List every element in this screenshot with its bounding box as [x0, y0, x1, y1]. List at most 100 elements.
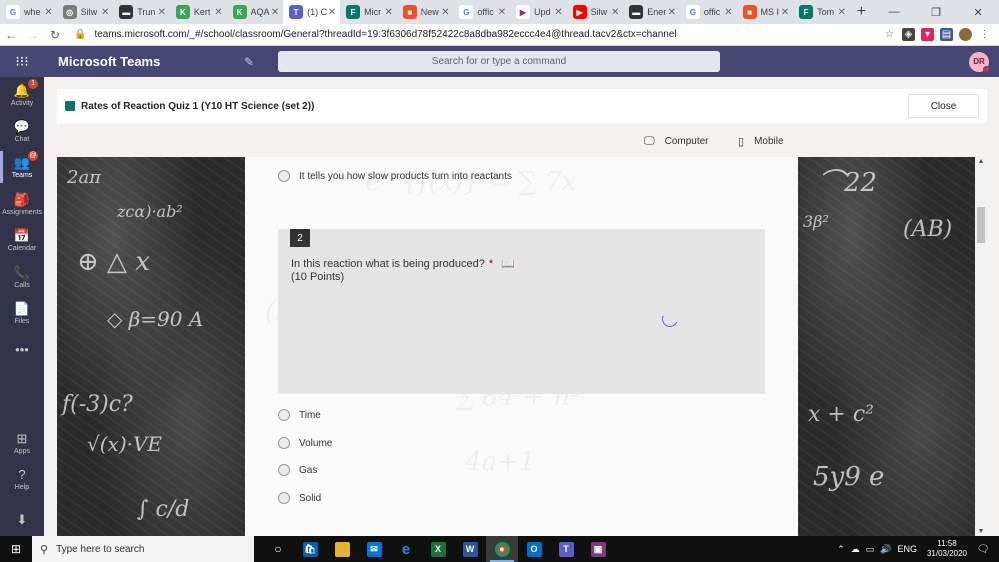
answer-option[interactable]: Solid — [278, 492, 321, 504]
teams-taskbar-icon[interactable]: T — [550, 536, 582, 562]
compose-icon[interactable]: ✎ — [244, 55, 278, 69]
volume-icon[interactable]: 🔊 — [880, 544, 891, 555]
tab-close-icon[interactable]: ✕ — [270, 7, 280, 18]
rail-item-calls[interactable]: 📞 Calls — [0, 259, 44, 295]
star-icon[interactable]: ☆ — [883, 28, 896, 41]
browser-tab[interactable]: ▶ Upd ✕ — [510, 0, 567, 24]
computer-preview-toggle[interactable]: 🖵 Computer — [644, 135, 709, 148]
rail-item-calendar[interactable]: 📅 Calendar — [0, 222, 44, 258]
browser-tab[interactable]: T (1) C ✕ — [283, 0, 341, 24]
browser-tab[interactable]: ■ New ✕ — [397, 0, 454, 24]
tab-close-icon[interactable]: ✕ — [554, 7, 564, 18]
onenote-icon[interactable]: ▣ — [582, 536, 614, 562]
edge-icon[interactable]: e — [390, 536, 422, 562]
browser-tab[interactable]: ◎ Silw ✕ — [57, 0, 114, 24]
close-window-icon[interactable]: ✕ — [957, 0, 999, 24]
scroll-up-icon[interactable]: ▲ — [975, 158, 987, 165]
tab-close-icon[interactable]: ✕ — [780, 7, 790, 18]
restore-icon[interactable]: ❐ — [915, 0, 957, 24]
tray-chevron-icon[interactable]: ⌃ — [837, 544, 845, 555]
tab-close-icon[interactable]: ✕ — [157, 7, 167, 18]
radio-button[interactable] — [278, 437, 290, 449]
network-icon[interactable]: ▭ — [866, 544, 875, 555]
reload-icon[interactable]: ↻ — [44, 28, 66, 42]
outlook-icon[interactable]: O — [518, 536, 550, 562]
rail-item-activity[interactable]: 🔔 1 Activity — [0, 77, 44, 113]
avatar-initials: DR — [973, 57, 985, 66]
browser-tab[interactable]: F Micr ✕ — [340, 0, 397, 24]
url-text[interactable]: teams.microsoft.com/_#/school/classroom/… — [94, 29, 676, 40]
excel-icon[interactable]: X — [422, 536, 454, 562]
vertical-scrollbar[interactable]: ▲ ▼ — [975, 157, 987, 536]
browser-tab[interactable]: ▬ Ener ✕ — [623, 0, 680, 24]
minimize-icon[interactable]: — — [873, 0, 915, 24]
rail-item-help[interactable]: ? Help — [0, 461, 44, 497]
tab-close-icon[interactable]: ✕ — [44, 7, 54, 18]
task-view-icon[interactable]: ○ — [262, 536, 294, 562]
rail-item-chat[interactable]: 💬 Chat — [0, 113, 44, 149]
rail-item-download[interactable]: ⬇ — [0, 502, 44, 538]
browser-tab[interactable]: Gwhe ✕ — [0, 0, 57, 24]
answer-option[interactable]: Gas — [278, 464, 317, 476]
rail-item-more[interactable]: ••• — [0, 332, 44, 368]
file-explorer-icon[interactable] — [326, 536, 358, 562]
url-field[interactable]: 🔒 teams.microsoft.com/_#/school/classroo… — [74, 29, 677, 40]
tab-close-icon[interactable]: ✕ — [610, 7, 620, 18]
store-icon[interactable]: 🛍 — [294, 536, 326, 562]
reader-extension-icon[interactable]: ▤ — [940, 28, 953, 41]
chrome-icon[interactable]: ● — [486, 536, 518, 562]
browser-tab[interactable]: K Kert ✕ — [170, 0, 227, 24]
windows-start-icon[interactable]: ⊞ — [0, 536, 32, 562]
tab-close-icon[interactable]: ✕ — [837, 7, 847, 18]
browser-tab[interactable]: K AQA ✕ — [227, 0, 284, 24]
immersive-reader-icon[interactable]: 📖 — [501, 257, 515, 270]
new-tab-button[interactable]: + — [850, 0, 873, 24]
browser-tab[interactable]: Goffic ✕ — [680, 0, 737, 24]
menu-icon[interactable]: ⋮ — [978, 28, 991, 41]
rail-item-assignments[interactable]: 🎒 Assignments — [0, 186, 44, 222]
tab-close-icon[interactable]: ✕ — [214, 7, 224, 18]
tab-close-icon[interactable]: ✕ — [384, 7, 394, 18]
tab-close-icon[interactable]: ✕ — [667, 7, 677, 18]
clock[interactable]: 11:58 31/03/2020 — [927, 539, 967, 559]
taskbar-search[interactable]: ⚲ Type here to search — [32, 536, 254, 562]
back-icon[interactable]: ← — [0, 28, 22, 42]
browser-tab[interactable]: ■ MS I ✕ — [737, 0, 794, 24]
browser-tab[interactable]: Goffic ✕ — [453, 0, 510, 24]
browser-tab[interactable]: ▶ Silw ✕ — [567, 0, 624, 24]
profile-avatar-icon[interactable] — [959, 28, 972, 41]
search-input[interactable]: Search for or type a command — [278, 51, 720, 72]
shield-extension-icon[interactable]: ◈ — [902, 28, 915, 41]
word-icon[interactable]: W — [454, 536, 486, 562]
scrollbar-thumb[interactable] — [977, 207, 985, 243]
lock-icon[interactable]: 🔒 — [74, 29, 86, 40]
tab-close-icon[interactable]: ✕ — [327, 7, 337, 18]
scroll-down-icon[interactable]: ▼ — [975, 528, 987, 535]
tab-close-icon[interactable]: ✕ — [100, 7, 110, 18]
language-indicator[interactable]: ENG — [897, 544, 917, 554]
radio-button[interactable] — [278, 464, 290, 476]
mail-icon[interactable]: ✉ — [358, 536, 390, 562]
mobile-preview-toggle[interactable]: ▯ Mobile — [738, 135, 784, 148]
browser-tab[interactable]: F Tom ✕ — [793, 0, 850, 24]
notifications-icon[interactable]: 🗨 — [973, 544, 993, 555]
pocket-extension-icon[interactable]: ▾ — [921, 28, 934, 41]
radio-button[interactable] — [278, 492, 290, 504]
forward-icon[interactable]: → — [22, 28, 44, 42]
radio-button[interactable] — [278, 170, 290, 182]
browser-tab[interactable]: ▬ Trun ✕ — [113, 0, 170, 24]
tab-close-icon[interactable]: ✕ — [724, 7, 734, 18]
rail-item-files[interactable]: 📄 Files — [0, 295, 44, 331]
close-button[interactable]: Close — [908, 94, 979, 118]
answer-option[interactable]: Volume — [278, 437, 332, 449]
rail-item-teams[interactable]: 👥 @ Teams — [0, 149, 44, 185]
rail-item-apps[interactable]: ⊞ Apps — [0, 425, 44, 461]
tab-close-icon[interactable]: ✕ — [440, 7, 450, 18]
option-previous[interactable]: It tells you how slow products turn into… — [278, 170, 512, 182]
answer-option[interactable]: Time — [278, 409, 321, 421]
onedrive-icon[interactable]: ☁ — [851, 544, 860, 555]
tab-close-icon[interactable]: ✕ — [497, 7, 507, 18]
radio-button[interactable] — [278, 409, 290, 421]
app-launcher-icon[interactable]: ⁝⁝⁝ — [0, 53, 44, 70]
avatar[interactable]: DR — [969, 51, 990, 73]
